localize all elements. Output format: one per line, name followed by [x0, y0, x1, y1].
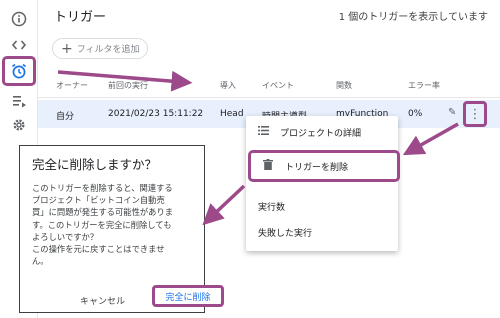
more-vert-icon: ⋮ — [468, 106, 482, 122]
column-owner: オーナー — [56, 81, 88, 90]
cell-last-run: 2021/02/23 15:11:22 — [108, 109, 204, 119]
cancel-button[interactable]: キャンセル — [80, 294, 125, 307]
page-title: トリガー — [54, 10, 107, 25]
menu-item-label: 失敗した実行 — [258, 228, 313, 239]
trash-icon — [263, 159, 277, 173]
column-error-rate: エラー率 — [408, 81, 440, 90]
delete-permanently-button[interactable]: 完全に削除 — [152, 285, 224, 307]
menu-item-failed-executions[interactable]: 失敗した実行 — [246, 220, 398, 244]
code-editor-icon[interactable] — [5, 32, 33, 58]
menu-item-delete-trigger[interactable]: トリガーを削除 — [248, 150, 400, 182]
delete-permanently-label: 完全に削除 — [165, 292, 211, 303]
cell-deployment: Head — [220, 109, 244, 119]
menu-item-label: プロジェクトの詳細 — [280, 128, 362, 139]
menu-item-executions[interactable]: 実行数 — [246, 194, 398, 218]
dialog-title: 完全に削除しますか？ — [32, 157, 158, 172]
cell-owner: 自分 — [56, 112, 75, 122]
menu-item-label: 実行数 — [258, 202, 286, 213]
annotation-arrow-to-dialog — [202, 184, 246, 226]
column-event: イベント — [262, 81, 294, 90]
menu-item-project-details[interactable]: プロジェクトの詳細 — [246, 120, 398, 144]
settings-gear-icon[interactable] — [5, 112, 33, 138]
column-last-run: 前回の実行 — [108, 81, 148, 90]
row-more-options-button[interactable]: ⋮ — [463, 101, 487, 127]
list-icon — [258, 126, 272, 138]
add-filter-button[interactable]: + フィルタを追加 — [52, 38, 148, 59]
trigger-count-text: 1 個のトリガーを表示しています — [338, 12, 488, 23]
row-context-menu: プロジェクトの詳細 トリガーを削除 実行数 失敗した実行 — [246, 116, 400, 251]
plus-icon: + — [61, 40, 73, 57]
dialog-message: このトリガーを削除すると、関連する プロジェクト「ビットコイン自動売 買」に問題… — [32, 183, 174, 267]
column-deployment: 導入 — [220, 81, 236, 90]
cell-error-rate: 0% — [408, 109, 423, 119]
table-header: オーナー 前回の実行 導入 イベント 関数 エラー率 — [38, 72, 500, 98]
column-function: 関数 — [336, 81, 352, 90]
executions-icon[interactable] — [5, 88, 33, 114]
menu-item-label: トリガーを削除 — [285, 162, 349, 173]
info-icon[interactable] — [5, 6, 33, 32]
add-filter-label: フィルタを追加 — [76, 45, 140, 55]
delete-confirm-dialog: 完全に削除しますか？ このトリガーを削除すると、関連する プロジェクト「ビットコ… — [19, 145, 224, 313]
triggers-alarm-icon[interactable] — [2, 56, 36, 86]
edit-pencil-icon[interactable]: ✎ — [448, 107, 456, 118]
